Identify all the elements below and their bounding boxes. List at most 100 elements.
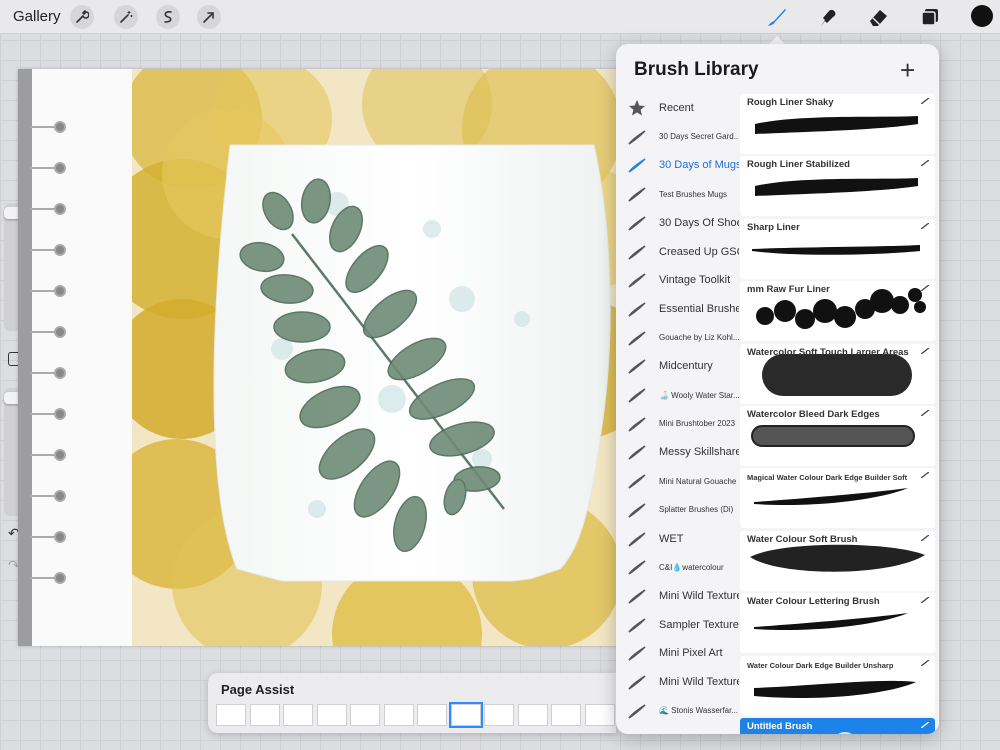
brush-name: mm Raw Fur Liner xyxy=(747,284,830,296)
gallery-button[interactable]: Gallery xyxy=(13,8,61,25)
page-thumbnail[interactable] xyxy=(350,704,380,726)
brush-set-label: Mini Wild Textures xyxy=(659,589,739,602)
brush-set-item[interactable]: Mini Wild Textures xyxy=(616,582,740,610)
brush-stroke-icon xyxy=(628,704,646,719)
brush-item[interactable]: Sharp Liner xyxy=(740,218,935,279)
layers-icon[interactable] xyxy=(918,5,942,29)
brush-stroke-icon xyxy=(628,244,646,260)
brush-stroke-icon xyxy=(628,417,646,432)
page-thumbnail[interactable] xyxy=(484,704,514,726)
brush-source-icon xyxy=(921,659,929,666)
spiral-binding xyxy=(30,121,66,584)
brush-set-label: 30 Days Secret Gard... xyxy=(659,132,739,142)
brush-item[interactable]: Watercolor Soft Touch Larger Areas xyxy=(740,343,935,404)
brush-set-item[interactable]: Mini Brushtober 2023 xyxy=(616,410,740,438)
brush-set-label: Mini Pixel Art xyxy=(659,647,723,660)
brush-set-label: Essential Brushes xyxy=(659,302,739,315)
brush-set-item[interactable]: Test Brushes Mugs xyxy=(616,180,740,208)
brush-set-item[interactable]: Creased Up GSC xyxy=(616,238,740,266)
brush-set-label: Sampler Texture xyxy=(659,618,739,631)
brush-set-label: Gouache by Liz Kohl... xyxy=(659,333,739,343)
brush-item[interactable]: Water Colour Lettering Brush xyxy=(740,593,935,654)
add-brush-set-button[interactable]: + xyxy=(900,55,915,86)
brush-item[interactable]: Untitled Brush xyxy=(740,718,935,734)
brush-stroke-icon xyxy=(628,216,646,231)
brush-stroke-icon xyxy=(628,675,646,690)
page-thumbnail[interactable] xyxy=(584,704,615,726)
eraser-icon[interactable] xyxy=(867,5,891,29)
page-thumbnail[interactable] xyxy=(417,704,447,726)
page-thumbnail[interactable] xyxy=(517,704,548,726)
brush-name: Sharp Liner xyxy=(747,221,800,233)
transform-arrow-icon[interactable] xyxy=(197,5,221,29)
page-thumbnail[interactable] xyxy=(383,704,414,726)
brush-set-label: Test Brushes Mugs xyxy=(659,189,728,199)
page-thumbnail[interactable] xyxy=(316,704,347,726)
brush-stroke-icon xyxy=(628,187,646,202)
page-assist-title: Page Assist xyxy=(221,682,295,697)
brush-item[interactable]: Rough Liner Stabilized xyxy=(740,156,935,217)
brush-stroke-icon xyxy=(628,445,646,461)
brush-source-icon xyxy=(921,722,929,728)
brush-set-label: 30 Days of Mugs xyxy=(659,159,739,172)
brush-set-label: Mini Natural Gouache xyxy=(659,476,737,486)
brush-item[interactable]: Water Colour Dark Edge Builder Unsharp xyxy=(740,655,935,716)
page-thumbnail[interactable] xyxy=(551,704,581,726)
page-thumbnail[interactable] xyxy=(448,702,483,728)
brush-source-icon xyxy=(921,410,929,416)
brush-item[interactable]: Rough Liner Shaky xyxy=(740,94,935,154)
brush-set-item[interactable]: Essential Brushes xyxy=(616,295,740,323)
brush-set-label: Creased Up GSC xyxy=(659,245,739,258)
magic-wand-icon[interactable] xyxy=(114,5,138,29)
brush-name: Water Colour Soft Brush xyxy=(747,533,858,545)
brush-stroke-icon xyxy=(628,503,646,518)
brush-item[interactable]: Water Colour Soft Brush xyxy=(740,530,935,591)
top-toolbar: Gallery xyxy=(0,0,1000,34)
wrench-icon[interactable] xyxy=(70,5,94,29)
brush-name: Water Colour Lettering Brush xyxy=(747,596,880,608)
brush-set-item[interactable]: 30 Days of Mugs xyxy=(616,151,740,179)
brush-stroke-icon xyxy=(628,388,646,403)
artwork xyxy=(132,69,618,646)
brushes-list: Rough Liner Shaky Rough Liner Stabilized S… xyxy=(740,94,935,734)
brush-set-item[interactable]: C&I💧watercolour xyxy=(616,553,740,581)
page-thumbnail[interactable] xyxy=(283,704,313,726)
page-thumbnail[interactable] xyxy=(216,704,246,726)
color-picker-button[interactable] xyxy=(971,5,993,27)
brush-set-item[interactable]: Splatter Brushes (Di) xyxy=(616,496,740,524)
brush-source-icon xyxy=(921,534,929,541)
canvas-page[interactable] xyxy=(18,69,618,646)
brush-item[interactable]: Watercolor Bleed Dark Edges xyxy=(740,406,935,466)
brush-source-icon xyxy=(921,98,929,104)
brush-set-item[interactable]: Mini Natural Gouache xyxy=(616,467,740,495)
brush-set-label: Recent xyxy=(659,102,694,114)
brush-set-item[interactable]: Mini Pixel Art xyxy=(616,639,740,667)
brush-name: Rough Liner Shaky xyxy=(747,97,834,108)
brush-set-item[interactable]: Sampler Texture xyxy=(616,611,740,639)
brush-source-icon xyxy=(921,160,929,167)
page-assist-panel: Page Assist xyxy=(208,673,616,733)
brush-name: Watercolor Soft Touch Larger Areas xyxy=(747,346,909,358)
brush-set-item[interactable]: Mini Wild Textures xyxy=(616,668,740,696)
brush-item[interactable]: Magical Water Colour Dark Edge Builder S… xyxy=(740,468,935,529)
brush-icon[interactable] xyxy=(765,5,789,29)
smudge-icon[interactable] xyxy=(816,5,840,29)
brush-stroke-icon xyxy=(628,130,646,145)
brush-set-label: Midcentury xyxy=(659,360,713,373)
brush-stroke-icon xyxy=(628,560,646,575)
brush-item[interactable]: mm Raw Fur Liner xyxy=(740,281,935,342)
brush-set-item[interactable]: 🍶 Wooly Water Star... xyxy=(616,381,740,409)
brush-set-item[interactable]: Recent xyxy=(616,94,740,122)
brush-set-item[interactable]: 30 Days Of Shoes xyxy=(616,209,740,237)
brush-set-item[interactable]: 🌊 Stonis Wasserfar... xyxy=(616,697,740,725)
brush-set-item[interactable]: Messy Skillshare xyxy=(616,438,740,466)
selection-icon[interactable] xyxy=(156,5,180,29)
brush-library-title: Brush Library xyxy=(634,59,759,80)
brush-set-item[interactable]: Gouache by Liz Kohl... xyxy=(616,324,740,352)
brush-set-item[interactable]: 30 Days Secret Gard... xyxy=(616,123,740,151)
brush-set-item[interactable]: Midcentury xyxy=(616,352,740,380)
brush-set-item[interactable]: Vintage Toolkit xyxy=(616,266,740,294)
page-thumbnail[interactable] xyxy=(249,704,280,726)
brush-name: Water Colour Dark Edge Builder Unsharp xyxy=(747,660,894,670)
brush-set-item[interactable]: WET xyxy=(616,525,740,553)
